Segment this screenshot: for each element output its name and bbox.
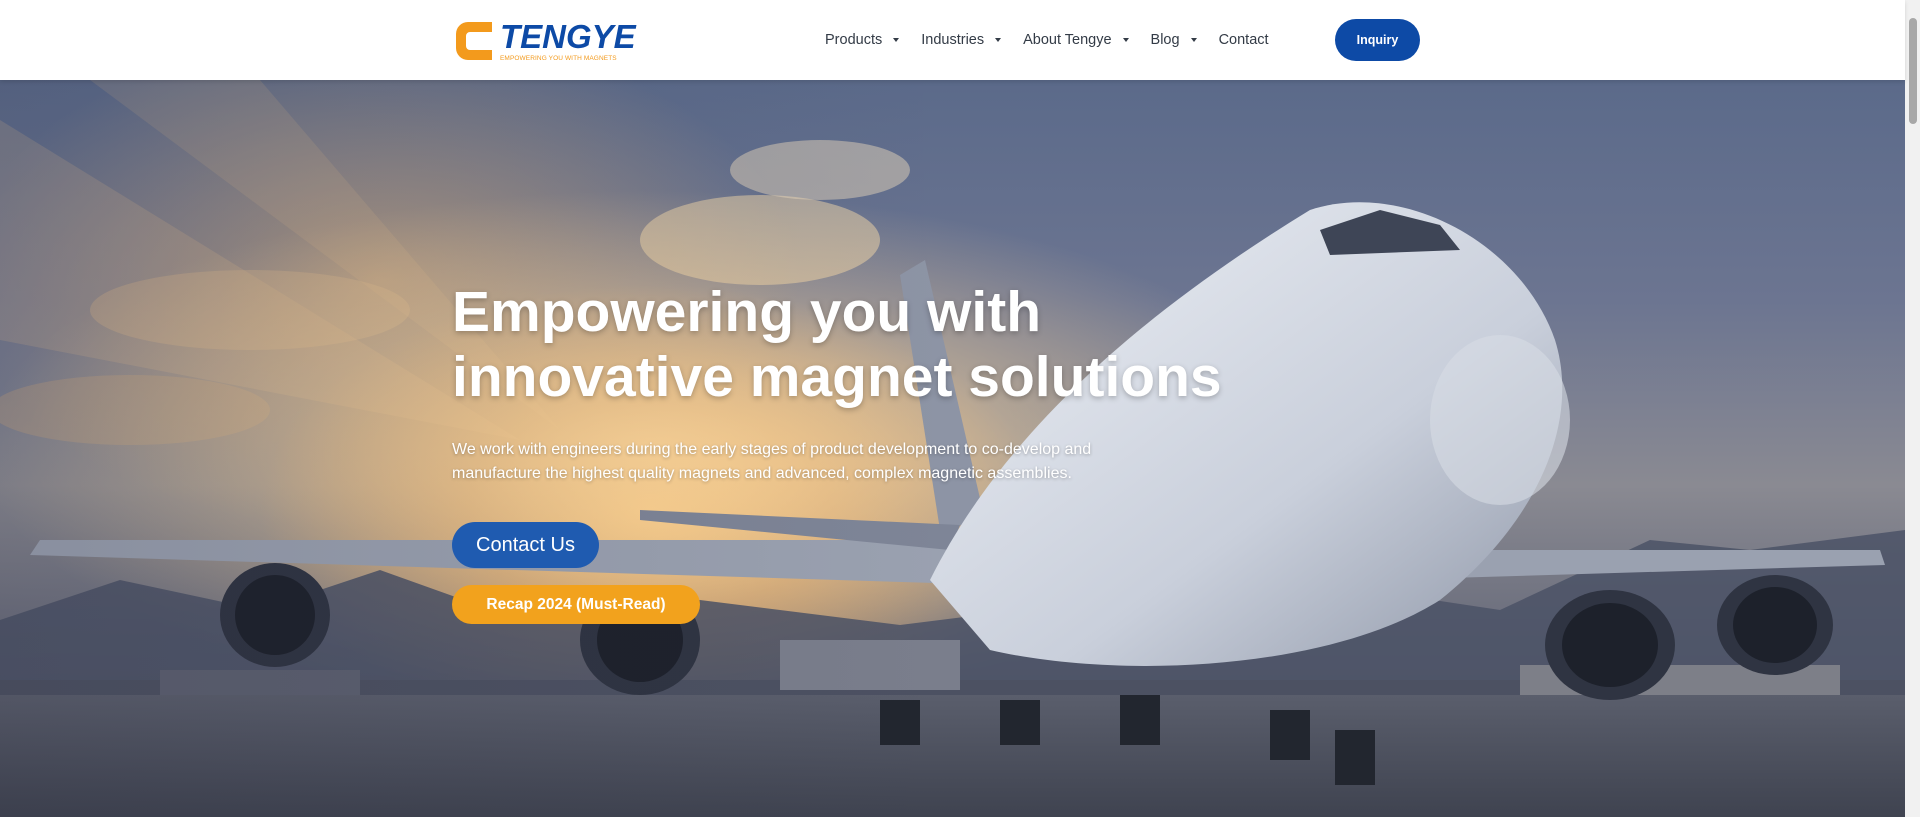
page-scrollbar[interactable] [1905, 0, 1920, 817]
hero-content: Empowering you with innovative magnet so… [452, 280, 1352, 624]
hero-title: Empowering you with innovative magnet so… [452, 280, 1352, 410]
nav-item-products[interactable]: Products [825, 32, 900, 48]
caret-down-icon [1122, 38, 1129, 42]
caret-down-icon [893, 38, 900, 42]
nav-item-about[interactable]: About Tengye [1023, 32, 1129, 48]
nav-item-contact[interactable]: Contact [1219, 32, 1269, 48]
nav-item-blog[interactable]: Blog [1151, 32, 1197, 48]
nav-label: Industries [921, 32, 985, 48]
scrollbar-thumb[interactable] [1909, 18, 1917, 124]
nav-label: About Tengye [1023, 32, 1112, 48]
hero-title-line2: innovative magnet solutions [452, 345, 1222, 409]
caret-down-icon [1190, 38, 1197, 42]
inquiry-button[interactable]: Inquiry [1335, 19, 1420, 61]
logo-tagline: EMPOWERING YOU WITH MAGNETS [500, 54, 617, 62]
logo-wordmark: TENGYE [500, 17, 636, 55]
nav-item-industries[interactable]: Industries [921, 32, 1002, 48]
caret-down-icon [995, 38, 1002, 42]
hero-section: Empowering you with innovative magnet so… [0, 80, 1905, 817]
nav-label: Products [825, 32, 883, 48]
hero-subtitle: We work with engineers during the early … [452, 441, 1092, 482]
logo[interactable]: TENGYE EMPOWERING YOU WITH MAGNETS [452, 17, 636, 65]
site-header: TENGYE EMPOWERING YOU WITH MAGNETS Produ… [0, 0, 1905, 80]
main-nav: Products Industries About Tengye Blog Co… [825, 28, 1291, 52]
nav-label: Blog [1150, 32, 1180, 48]
nav-label: Contact [1218, 32, 1269, 48]
contact-us-button[interactable]: Contact Us [452, 522, 599, 568]
recap-2024-button[interactable]: Recap 2024 (Must-Read) [452, 585, 700, 624]
logo-c-icon [452, 18, 496, 64]
hero-title-line1: Empowering you with [452, 280, 1042, 344]
